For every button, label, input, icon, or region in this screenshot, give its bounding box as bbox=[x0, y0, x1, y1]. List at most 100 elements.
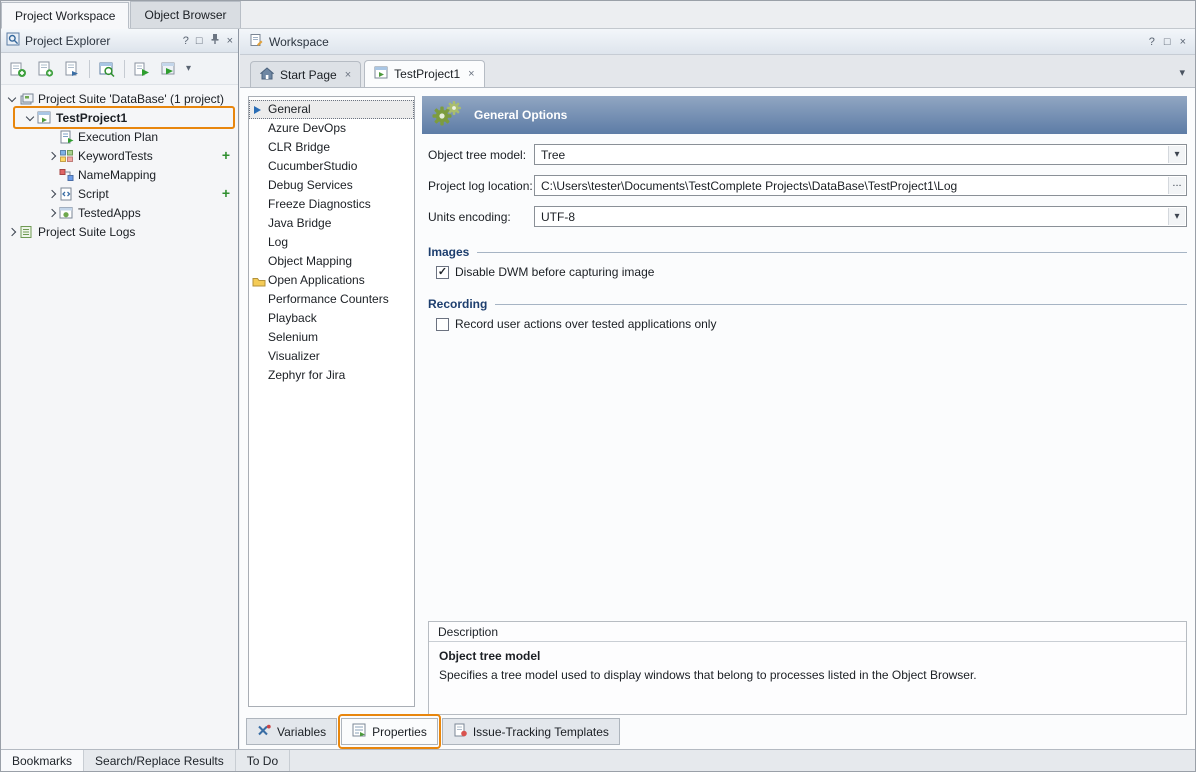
category-java-bridge[interactable]: Java Bridge bbox=[249, 214, 414, 233]
tree-model-select[interactable]: Tree ▾ bbox=[534, 144, 1187, 165]
tab-bookmarks[interactable]: Bookmarks bbox=[1, 750, 84, 771]
category-zephyr-for-jira[interactable]: Zephyr for Jira bbox=[249, 366, 414, 385]
float-window-icon[interactable]: □ bbox=[196, 35, 203, 47]
tree-item-testedapps[interactable]: TestedApps bbox=[1, 203, 238, 222]
tree-model-label: Object tree model: bbox=[428, 148, 534, 162]
export-item-button[interactable] bbox=[59, 56, 85, 81]
tree-item-script[interactable]: Script + bbox=[1, 184, 238, 203]
tab-issue-tracking-templates[interactable]: Issue-Tracking Templates bbox=[442, 718, 620, 745]
collapse-icon[interactable] bbox=[5, 92, 19, 106]
category-general[interactable]: General bbox=[249, 100, 414, 119]
workspace-icon bbox=[249, 33, 263, 50]
tree-model-value: Tree bbox=[541, 148, 565, 162]
category-playback[interactable]: Playback bbox=[249, 309, 414, 328]
help-icon[interactable]: ? bbox=[183, 35, 189, 47]
project-explorer-icon bbox=[6, 32, 20, 49]
run-project-button[interactable] bbox=[129, 56, 155, 81]
record-user-actions-checkbox[interactable] bbox=[436, 318, 449, 331]
category-open-applications[interactable]: Open Applications bbox=[249, 271, 414, 290]
category-cucumberstudio[interactable]: CucumberStudio bbox=[249, 157, 414, 176]
add-keywordtest-icon[interactable]: + bbox=[222, 147, 230, 164]
tab-label: Variables bbox=[277, 725, 326, 739]
category-label: CLR Bridge bbox=[268, 140, 330, 154]
tab-properties[interactable]: Properties bbox=[341, 718, 438, 745]
recording-section-header: Recording bbox=[428, 297, 1187, 311]
document-tab-bar: Start Page × TestProject1 × ▾ bbox=[240, 55, 1195, 87]
tab-start-page[interactable]: Start Page × bbox=[250, 61, 361, 87]
description-content: Object tree model Specifies a tree model… bbox=[429, 642, 1186, 689]
category-label: General bbox=[268, 102, 311, 116]
close-icon[interactable]: × bbox=[1180, 36, 1186, 48]
tree-item-project-suite-logs[interactable]: Project Suite Logs bbox=[1, 222, 238, 241]
browse-button[interactable]: ... bbox=[1168, 177, 1185, 194]
object-browser-button[interactable] bbox=[94, 56, 120, 81]
collapse-icon[interactable] bbox=[23, 111, 37, 125]
expand-icon[interactable] bbox=[45, 206, 59, 220]
disable-dwm-checkbox[interactable]: ✓ bbox=[436, 266, 449, 279]
spacer bbox=[45, 130, 59, 144]
expand-icon[interactable] bbox=[45, 149, 59, 163]
category-clr-bridge[interactable]: CLR Bridge bbox=[249, 138, 414, 157]
category-azure-devops[interactable]: Azure DevOps bbox=[249, 119, 414, 138]
close-icon[interactable]: × bbox=[466, 68, 474, 80]
category-object-mapping[interactable]: Object Mapping bbox=[249, 252, 414, 271]
tab-testproject1[interactable]: TestProject1 × bbox=[364, 60, 484, 87]
tab-search-replace-results[interactable]: Search/Replace Results bbox=[84, 750, 236, 771]
properties-editor: General Azure DevOps CLR Bridge Cucumber… bbox=[240, 87, 1195, 749]
chevron-down-icon[interactable]: ▾ bbox=[1168, 208, 1185, 225]
project-suite-icon bbox=[19, 92, 35, 106]
workspace-panel: Workspace ? □ × Start Page × TestProject… bbox=[240, 29, 1195, 749]
help-icon[interactable]: ? bbox=[1149, 36, 1155, 48]
category-label: Playback bbox=[268, 311, 317, 325]
tab-project-workspace[interactable]: Project Workspace bbox=[1, 2, 129, 29]
tree-model-row: Object tree model: Tree ▾ bbox=[428, 144, 1187, 165]
tree-item-testproject1[interactable]: TestProject1 bbox=[1, 108, 238, 127]
category-performance-counters[interactable]: Performance Counters bbox=[249, 290, 414, 309]
category-debug-services[interactable]: Debug Services bbox=[249, 176, 414, 195]
category-visualizer[interactable]: Visualizer bbox=[249, 347, 414, 366]
tree-item-label: TestedApps bbox=[75, 206, 141, 220]
namemapping-icon bbox=[59, 168, 75, 182]
tab-to-do[interactable]: To Do bbox=[236, 750, 290, 771]
tab-variables[interactable]: Variables bbox=[246, 718, 337, 745]
category-label: Zephyr for Jira bbox=[268, 368, 345, 382]
add-new-item-button[interactable] bbox=[5, 56, 31, 81]
log-location-input[interactable]: C:\Users\tester\Documents\TestComplete P… bbox=[534, 175, 1187, 196]
run-project-suite-button[interactable] bbox=[156, 56, 182, 81]
units-encoding-select[interactable]: UTF-8 ▾ bbox=[534, 206, 1187, 227]
pin-icon[interactable] bbox=[210, 33, 220, 48]
expand-icon[interactable] bbox=[5, 225, 19, 239]
category-selenium[interactable]: Selenium bbox=[249, 328, 414, 347]
chevron-down-icon[interactable]: ▾ bbox=[1168, 146, 1185, 163]
description-box: Description Object tree model Specifies … bbox=[428, 621, 1187, 715]
project-icon bbox=[37, 111, 53, 125]
tab-label: TestProject1 bbox=[394, 67, 460, 81]
tree-item-project-suite[interactable]: Project Suite 'DataBase' (1 project) bbox=[1, 89, 238, 108]
close-icon[interactable]: × bbox=[343, 69, 351, 81]
add-existing-item-button[interactable] bbox=[32, 56, 58, 81]
check-icon: ✓ bbox=[438, 267, 447, 278]
tree-item-keywordtests[interactable]: KeywordTests + bbox=[1, 146, 238, 165]
toolbar-dropdown-icon[interactable]: ▾ bbox=[183, 63, 194, 74]
project-explorer-title: Project Explorer bbox=[25, 34, 178, 48]
log-location-row: Project log location: C:\Users\tester\Do… bbox=[428, 175, 1187, 196]
description-heading: Object tree model bbox=[439, 649, 1176, 663]
category-log[interactable]: Log bbox=[249, 233, 414, 252]
category-freeze-diagnostics[interactable]: Freeze Diagnostics bbox=[249, 195, 414, 214]
expand-icon[interactable] bbox=[45, 187, 59, 201]
section-divider bbox=[495, 304, 1187, 305]
variables-icon bbox=[257, 723, 271, 740]
tab-object-browser[interactable]: Object Browser bbox=[130, 1, 240, 28]
close-icon[interactable]: × bbox=[227, 35, 233, 47]
tree-item-namemapping[interactable]: NameMapping bbox=[1, 165, 238, 184]
tree-item-execution-plan[interactable]: Execution Plan bbox=[1, 127, 238, 146]
tab-list-dropdown-icon[interactable]: ▾ bbox=[1179, 66, 1185, 79]
add-script-icon[interactable]: + bbox=[222, 185, 230, 202]
workspace-title: Workspace bbox=[269, 35, 1143, 49]
issue-tracking-icon bbox=[453, 723, 467, 740]
float-window-icon[interactable]: □ bbox=[1164, 36, 1171, 48]
execution-plan-icon bbox=[59, 130, 75, 144]
tab-label: Start Page bbox=[280, 68, 337, 82]
workspace-header: Workspace ? □ × bbox=[240, 29, 1195, 55]
view-tab-bar: Project Workspace Object Browser bbox=[1, 1, 1195, 29]
